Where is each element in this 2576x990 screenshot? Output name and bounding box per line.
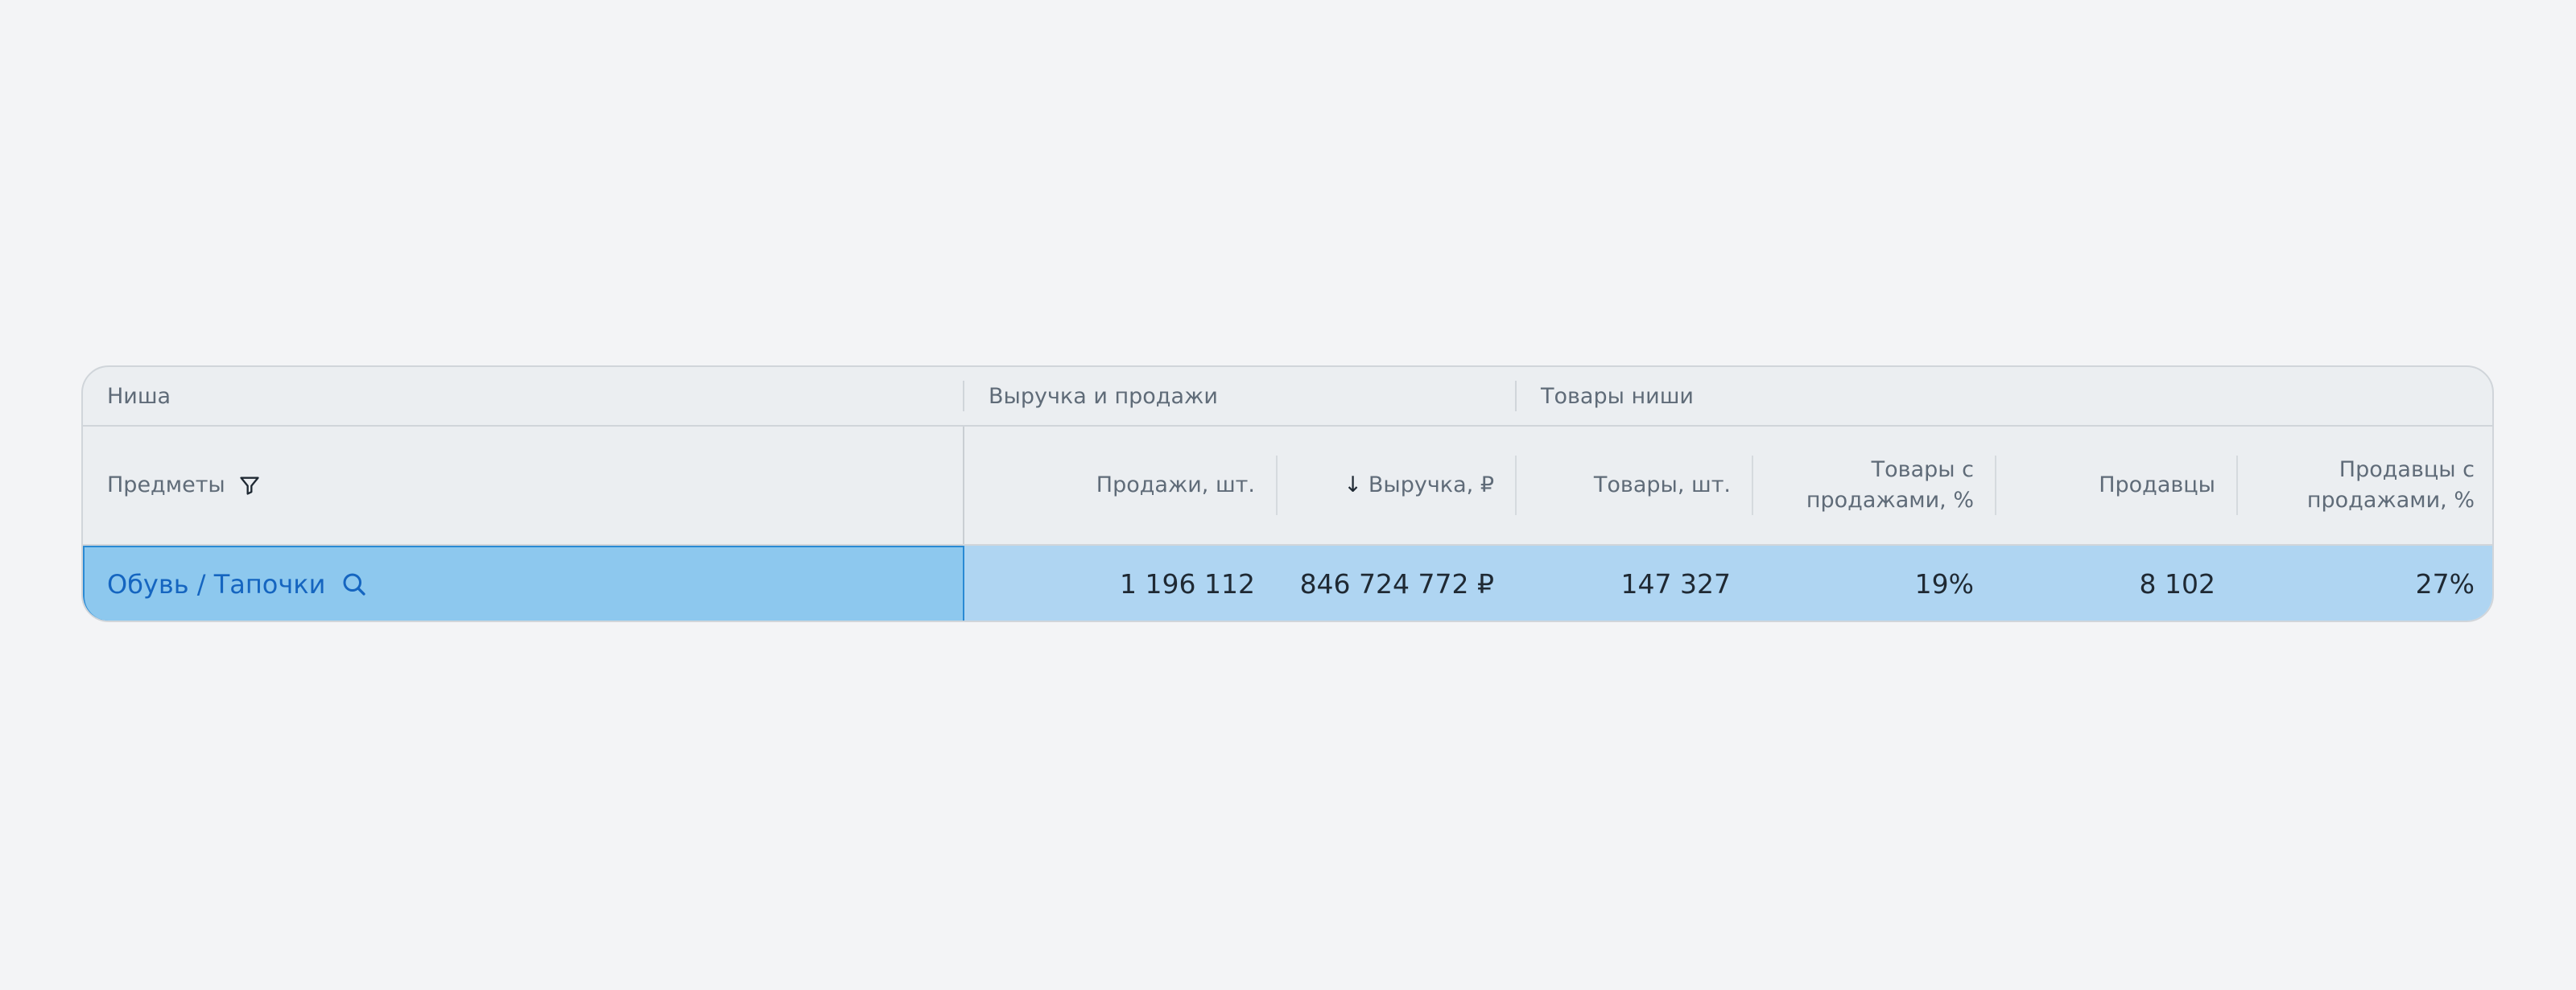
sales-units-cell: 1 196 112 (1120, 568, 1255, 600)
niche-table: Ниша Выручка и продажи Товары ниши Предм… (81, 365, 2494, 622)
column-header-sales-units[interactable]: Продажи, шт. (964, 427, 1276, 544)
column-header-products-label: Товары, шт. (1593, 472, 1731, 497)
column-group-header: Ниша Выручка и продажи Товары ниши (83, 367, 2492, 427)
column-header-products[interactable]: Товары, шт. (1517, 427, 1752, 544)
column-header-sellers-with-sales-line1: Продавцы с (2339, 457, 2475, 482)
column-header-products-with-sales-line2: продажами, % (1806, 488, 1974, 513)
group-niche-products-label: Товары ниши (1541, 383, 1694, 409)
products-cell: 147 327 (1620, 568, 1731, 600)
group-revenue-sales-label: Выручка и продажи (989, 383, 1218, 409)
column-header-products-with-sales-line1: Товары с (1871, 457, 1974, 482)
column-header-revenue-label: Выручка, ₽ (1368, 472, 1494, 497)
sellers-cell: 8 102 (2139, 568, 2215, 600)
sort-arrow-down-icon: ↓ (1344, 472, 1362, 497)
revenue-cell: 846 724 772 ₽ (1299, 568, 1494, 600)
subject-cell[interactable]: Обувь / Тапочки (83, 546, 964, 621)
subject-link[interactable]: Обувь / Тапочки (107, 569, 325, 600)
search-icon[interactable] (340, 570, 369, 599)
column-header-subjects[interactable]: Предметы (83, 427, 963, 544)
column-header-sellers-with-sales-line2: продажами, % (2306, 488, 2475, 513)
column-header-sellers-label: Продавцы (2099, 472, 2215, 497)
products-with-sales-cell: 19% (1914, 568, 1974, 600)
column-header-row: Предметы Продажи, шт. ↓ Выручка, ₽ Товар… (83, 427, 2492, 546)
column-header-revenue[interactable]: ↓ Выручка, ₽ (1278, 427, 1515, 544)
column-header-sellers-with-sales-label: Продавцы с продажами, % (2307, 455, 2475, 516)
group-niche: Ниша (83, 367, 963, 425)
column-header-sellers-with-sales[interactable]: Продавцы с продажами, % (2238, 427, 2492, 544)
column-header-sales-units-label: Продажи, шт. (1096, 472, 1255, 497)
group-revenue-sales: Выручка и продажи (964, 367, 1515, 425)
group-niche-products: Товары ниши (1517, 367, 2492, 425)
column-header-subjects-label: Предметы (107, 472, 225, 497)
group-niche-label: Ниша (107, 383, 171, 409)
column-header-products-with-sales[interactable]: Товары с продажами, % (1753, 427, 1995, 544)
filter-icon[interactable] (238, 474, 261, 497)
sellers-with-sales-cell: 27% (2415, 568, 2475, 600)
column-header-products-with-sales-label: Товары с продажами, % (1806, 455, 1974, 516)
column-header-sellers[interactable]: Продавцы (1996, 427, 2236, 544)
table-row[interactable]: Обувь / Тапочки 1 196 112 846 724 772 ₽ … (83, 546, 2492, 621)
